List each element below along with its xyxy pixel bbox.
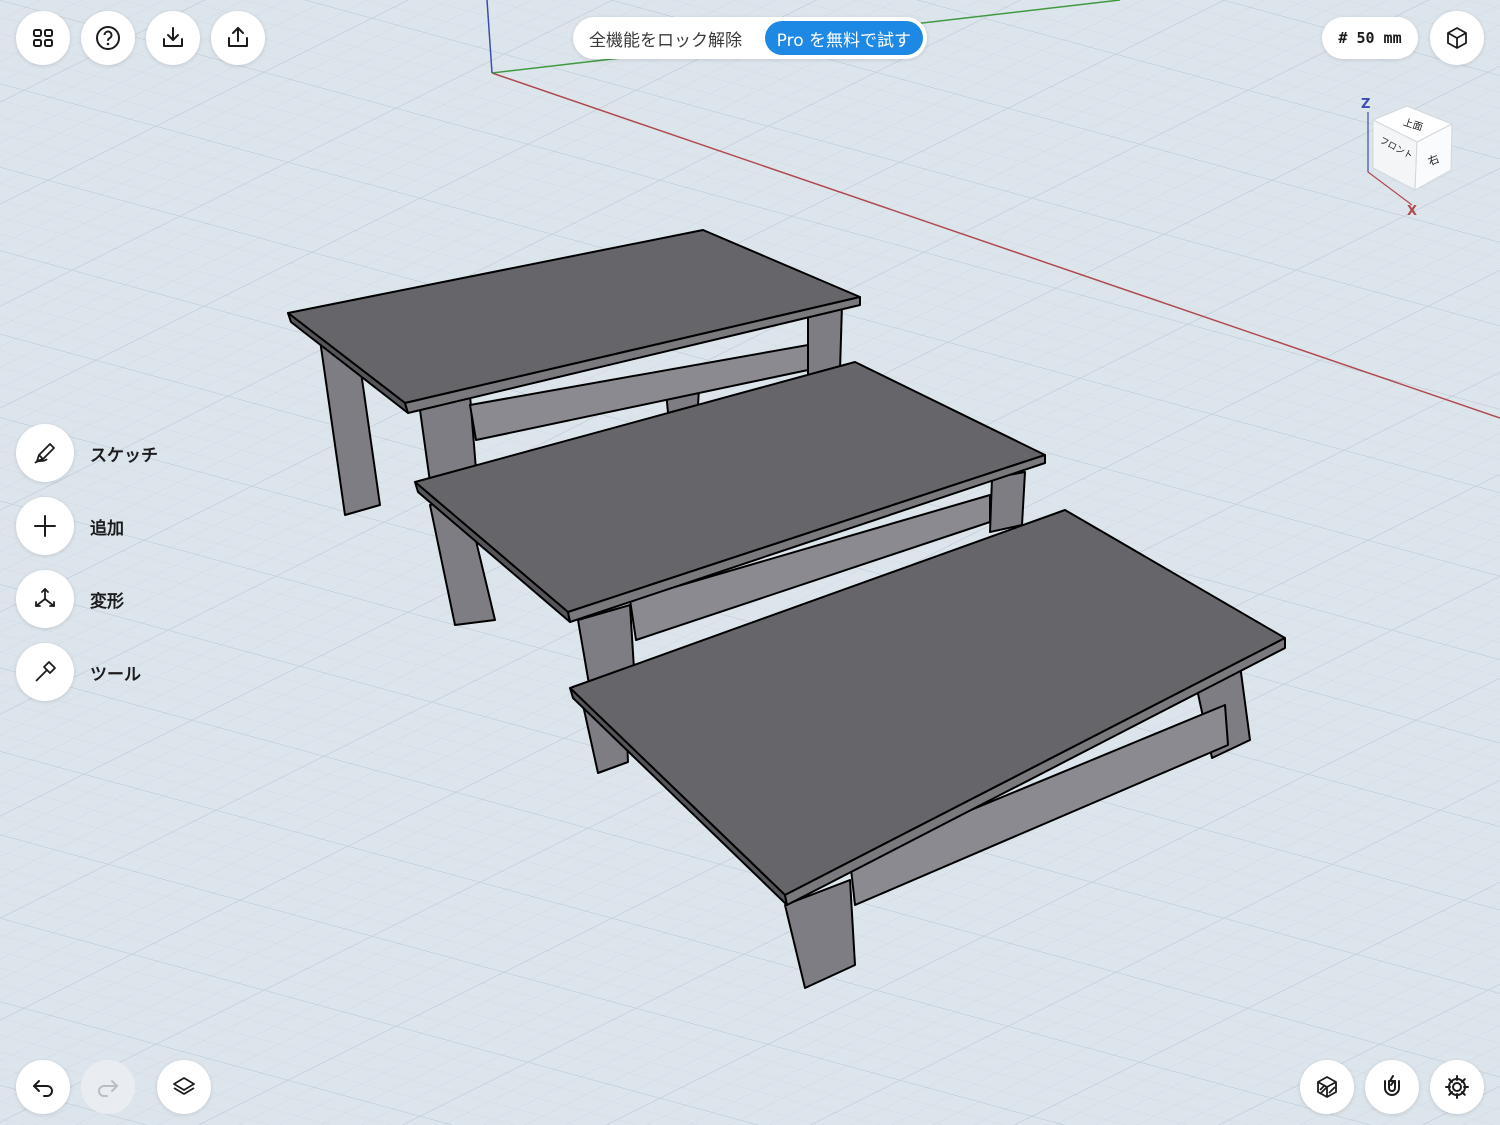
tool-tools[interactable]: ツール <box>16 643 141 701</box>
sketch-button[interactable] <box>16 424 74 482</box>
redo-icon <box>98 1080 118 1097</box>
render-style-button[interactable] <box>1300 1060 1354 1114</box>
help-icon <box>96 26 120 50</box>
add-button[interactable] <box>16 497 74 555</box>
pencil-icon <box>34 443 55 464</box>
try-pro-free-button[interactable]: Pro を無料で試す <box>764 21 923 55</box>
render-style-icon <box>1317 1076 1337 1098</box>
layers-button[interactable] <box>157 1060 211 1114</box>
transform-button[interactable] <box>16 570 74 628</box>
settings-gear-icon <box>1445 1075 1469 1099</box>
view-cube-axis-x: X <box>1407 204 1417 219</box>
layers-icon <box>173 1077 195 1095</box>
grid-menu-button[interactable] <box>16 11 70 65</box>
tool-sketch[interactable]: スケッチ <box>16 424 158 482</box>
grid-icon <box>33 29 53 47</box>
export-icon <box>228 27 248 47</box>
plus-icon <box>34 515 56 537</box>
hammer-icon <box>35 661 56 682</box>
add-label: 追加 <box>90 518 124 539</box>
tool-transform[interactable]: 変形 <box>16 570 124 628</box>
snap-magnet-icon <box>1384 1075 1400 1096</box>
cube-view-icon <box>1447 27 1467 49</box>
unlock-banner[interactable]: 全機能をロック解除 Pro を無料で試す <box>573 17 927 59</box>
unlock-all-features-text: 全機能をロック解除 <box>589 30 742 51</box>
help-button[interactable] <box>81 11 135 65</box>
grid-size-button[interactable]: # 50 mm <box>1322 17 1418 59</box>
view-cube-axis-z: Z <box>1361 97 1370 112</box>
tools-button[interactable] <box>16 643 74 701</box>
tools-label: ツール <box>90 664 141 685</box>
tool-add[interactable]: 追加 <box>16 497 124 555</box>
view-cube[interactable]: Z X 上面 フロント 右 <box>1355 92 1465 222</box>
transform-label: 変形 <box>90 591 124 612</box>
import-button[interactable] <box>146 11 200 65</box>
view-options-button[interactable] <box>1430 11 1484 65</box>
3d-viewport[interactable] <box>0 0 1500 1125</box>
undo-icon <box>33 1080 53 1097</box>
transform-icon <box>35 588 55 607</box>
export-button[interactable] <box>211 11 265 65</box>
snap-button[interactable] <box>1365 1060 1419 1114</box>
redo-button[interactable] <box>81 1060 135 1114</box>
import-icon <box>163 27 183 47</box>
settings-button[interactable] <box>1430 1060 1484 1114</box>
sketch-label: スケッチ <box>90 445 158 466</box>
undo-button[interactable] <box>16 1060 70 1114</box>
